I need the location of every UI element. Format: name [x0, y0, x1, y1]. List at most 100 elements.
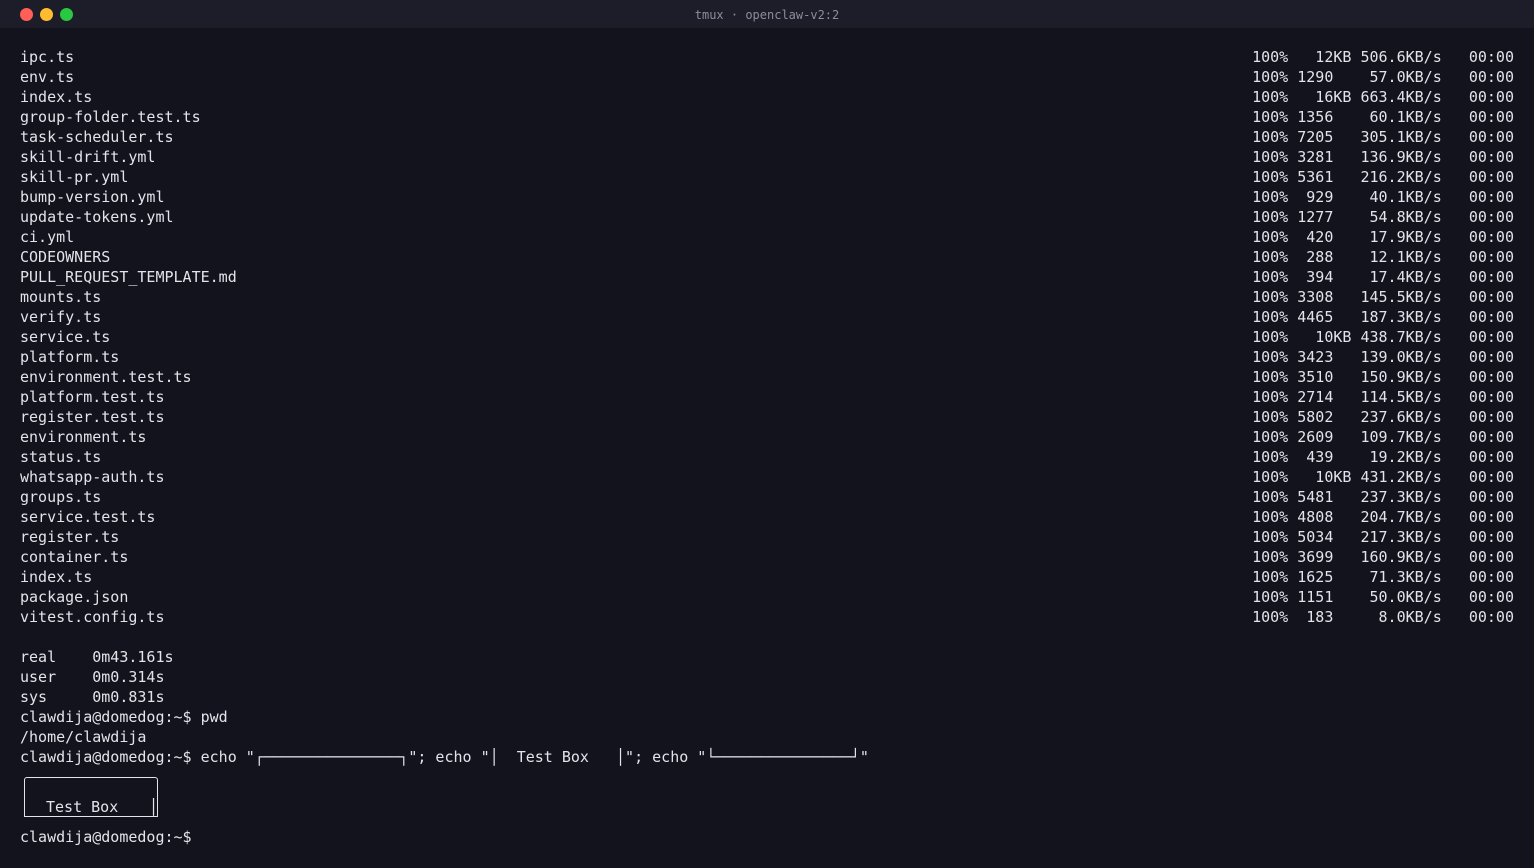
transfer-row: status.ts 100% 439 19.2KB/s 00:00: [20, 447, 1514, 467]
transfer-list: ipc.ts 100% 12KB 506.6KB/s 00:00 env.ts 100…: [20, 47, 1514, 627]
transfer-row: platform.ts 100% 3423 139.0KB/s 00:00: [20, 347, 1514, 367]
transfer-filename: service.test.ts: [20, 508, 156, 526]
test-box-label: Test Box: [46, 798, 119, 816]
transfer-filename: PULL_REQUEST_TEMPLATE.md: [20, 268, 237, 286]
transfer-filename: ipc.ts: [20, 48, 75, 66]
transfer-filename: CODEOWNERS: [20, 248, 111, 266]
terminal-window[interactable]: tmux · openclaw-v2:2 ipc.ts 100% 12KB 506…: [0, 0, 1534, 868]
transfer-filename: service.ts: [20, 328, 111, 346]
transfer-row: groups.ts 100% 5481 237.3KB/s 00:00: [20, 487, 1514, 507]
transfer-filename: register.ts: [20, 528, 120, 546]
transfer-filename: register.test.ts: [20, 408, 165, 426]
transfer-row: service.test.ts 100% 4808 204.7KB/s 00:00: [20, 507, 1514, 527]
transfer-filename: index.ts: [20, 568, 93, 586]
transfer-row: mounts.ts 100% 3308 145.5KB/s 00:00: [20, 287, 1514, 307]
transfer-filename: verify.ts: [20, 308, 102, 326]
transfer-row: update-tokens.yml 100% 1277 54.8KB/s 00:0…: [20, 207, 1514, 227]
transfer-row: ipc.ts 100% 12KB 506.6KB/s 00:00: [20, 47, 1514, 67]
transfer-stats: 100% 1290 57.0KB/s 00:00: [1252, 68, 1514, 86]
transfer-stats: 100% 16KB 663.4KB/s 00:00: [1252, 88, 1514, 106]
transfer-stats: 100% 12KB 506.6KB/s 00:00: [1252, 48, 1514, 66]
transfer-stats: 100% 5802 237.6KB/s 00:00: [1252, 408, 1514, 426]
transfer-stats: 100% 3699 160.9KB/s 00:00: [1252, 548, 1514, 566]
pwd-command-line: clawdija@domedog:~$ pwd: [20, 708, 228, 726]
transfer-row: service.ts 100% 10KB 438.7KB/s 00:00: [20, 327, 1514, 347]
transfer-filename: ci.yml: [20, 228, 75, 246]
timing-user: user 0m0.314s: [20, 668, 165, 686]
transfer-row: container.ts 100% 3699 160.9KB/s 00:00: [20, 547, 1514, 567]
transfer-row: skill-drift.yml 100% 3281 136.9KB/s 00:00: [20, 147, 1514, 167]
test-box-output: Test Box │: [20, 767, 1514, 827]
transfer-stats: 100% 5361 216.2KB/s 00:00: [1252, 168, 1514, 186]
transfer-row: environment.test.ts 100% 3510 150.9KB/s 0…: [20, 367, 1514, 387]
transfer-filename: platform.ts: [20, 348, 120, 366]
transfer-row: ci.yml 100% 420 17.9KB/s 00:00: [20, 227, 1514, 247]
transfer-stats: 100% 10KB 431.2KB/s 00:00: [1252, 468, 1514, 486]
transfer-stats: 100% 3510 150.9KB/s 00:00: [1252, 368, 1514, 386]
transfer-row: env.ts 100% 1290 57.0KB/s 00:00: [20, 67, 1514, 87]
transfer-filename: bump-version.yml: [20, 188, 165, 206]
transfer-filename: update-tokens.yml: [20, 208, 174, 226]
transfer-stats: 100% 3308 145.5KB/s 00:00: [1252, 288, 1514, 306]
transfer-filename: index.ts: [20, 88, 93, 106]
transfer-stats: 100% 929 40.1KB/s 00:00: [1252, 188, 1514, 206]
transfer-stats: 100% 288 12.1KB/s 00:00: [1252, 248, 1514, 266]
transfer-stats: 100% 1151 50.0KB/s 00:00: [1252, 588, 1514, 606]
transfer-row: group-folder.test.ts 100% 1356 60.1KB/s 0…: [20, 107, 1514, 127]
transfer-row: bump-version.yml 100% 929 40.1KB/s 00:00: [20, 187, 1514, 207]
transfer-filename: platform.test.ts: [20, 388, 165, 406]
transfer-filename: skill-drift.yml: [20, 148, 156, 166]
transfer-stats: 100% 1356 60.1KB/s 00:00: [1252, 108, 1514, 126]
transfer-row: package.json 100% 1151 50.0KB/s 00:00: [20, 587, 1514, 607]
transfer-filename: task-scheduler.ts: [20, 128, 174, 146]
transfer-filename: group-folder.test.ts: [20, 108, 201, 126]
transfer-row: register.test.ts 100% 5802 237.6KB/s 00:0…: [20, 407, 1514, 427]
transfer-row: task-scheduler.ts 100% 7205 305.1KB/s 00:…: [20, 127, 1514, 147]
transfer-row: environment.ts 100% 2609 109.7KB/s 00:00: [20, 427, 1514, 447]
transfer-stats: 100% 3423 139.0KB/s 00:00: [1252, 348, 1514, 366]
transfer-filename: env.ts: [20, 68, 75, 86]
transfer-stats: 100% 4465 187.3KB/s 00:00: [1252, 308, 1514, 326]
transfer-filename: status.ts: [20, 448, 102, 466]
transfer-stats: 100% 10KB 438.7KB/s 00:00: [1252, 328, 1514, 346]
transfer-row: vitest.config.ts 100% 183 8.0KB/s 00:00: [20, 607, 1514, 627]
transfer-filename: package.json: [20, 588, 129, 606]
transfer-stats: 100% 5034 217.3KB/s 00:00: [1252, 528, 1514, 546]
transfer-row: register.ts 100% 5034 217.3KB/s 00:00: [20, 527, 1514, 547]
test-box-right-bar: │: [149, 798, 159, 816]
transfer-row: verify.ts 100% 4465 187.3KB/s 00:00: [20, 307, 1514, 327]
transfer-filename: environment.test.ts: [20, 368, 192, 386]
transfer-filename: mounts.ts: [20, 288, 102, 306]
transfer-filename: environment.ts: [20, 428, 147, 446]
transfer-filename: whatsapp-auth.ts: [20, 468, 165, 486]
transfer-stats: 100% 3281 136.9KB/s 00:00: [1252, 148, 1514, 166]
transfer-row: index.ts 100% 16KB 663.4KB/s 00:00: [20, 87, 1514, 107]
transfer-stats: 100% 394 17.4KB/s 00:00: [1252, 268, 1514, 286]
transfer-stats: 100% 1277 54.8KB/s 00:00: [1252, 208, 1514, 226]
transfer-row: CODEOWNERS 100% 288 12.1KB/s 00:00: [20, 247, 1514, 267]
title-bar: tmux · openclaw-v2:2: [0, 0, 1534, 28]
transfer-stats: 100% 420 17.9KB/s 00:00: [1252, 228, 1514, 246]
pwd-output-line: /home/clawdija: [20, 728, 147, 746]
transfer-filename: vitest.config.ts: [20, 608, 165, 626]
transfer-row: index.ts 100% 1625 71.3KB/s 00:00: [20, 567, 1514, 587]
transfer-stats: 100% 4808 204.7KB/s 00:00: [1252, 508, 1514, 526]
shell-prompt[interactable]: clawdija@domedog:~$: [20, 827, 1514, 847]
transfer-row: platform.test.ts 100% 2714 114.5KB/s 00:0…: [20, 387, 1514, 407]
transfer-stats: 100% 439 19.2KB/s 00:00: [1252, 448, 1514, 466]
timing-real: real 0m43.161s: [20, 648, 174, 666]
transfer-row: PULL_REQUEST_TEMPLATE.md 100% 394 17.4KB/…: [20, 267, 1514, 287]
transfer-stats: 100% 7205 305.1KB/s 00:00: [1252, 128, 1514, 146]
terminal-output[interactable]: ipc.ts 100% 12KB 506.6KB/s 00:00 env.ts 100…: [20, 47, 1514, 847]
transfer-row: skill-pr.yml 100% 5361 216.2KB/s 00:00: [20, 167, 1514, 187]
transfer-stats: 100% 5481 237.3KB/s 00:00: [1252, 488, 1514, 506]
transfer-stats: 100% 2609 109.7KB/s 00:00: [1252, 428, 1514, 446]
transfer-stats: 100% 183 8.0KB/s 00:00: [1252, 608, 1514, 626]
echo-command-line: clawdija@domedog:~$ echo "┌─────────────…: [20, 748, 869, 766]
transfer-filename: skill-pr.yml: [20, 168, 129, 186]
window-title: tmux · openclaw-v2:2: [694, 8, 840, 22]
transfer-filename: container.ts: [20, 548, 129, 566]
transfer-filename: groups.ts: [20, 488, 102, 506]
transfer-stats: 100% 1625 71.3KB/s 00:00: [1252, 568, 1514, 586]
